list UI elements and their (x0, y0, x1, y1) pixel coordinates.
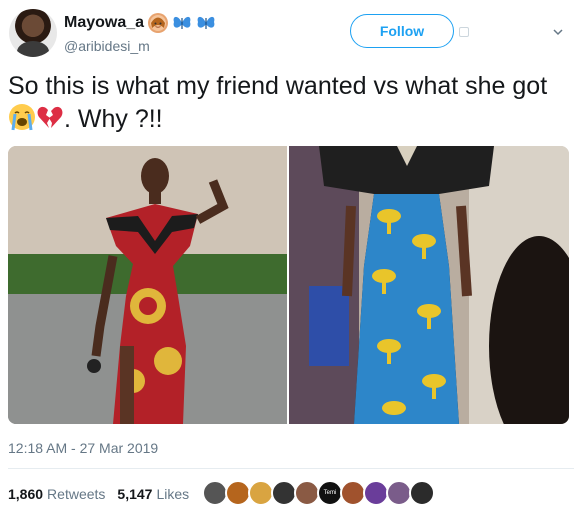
butterfly-icon (196, 13, 216, 33)
loudly-crying-face-icon (9, 104, 35, 131)
user-handle[interactable]: @aribidesi_m (64, 38, 150, 54)
likes-label[interactable]: Likes (156, 486, 189, 502)
follow-button[interactable]: Follow (350, 14, 454, 48)
woman-icon (148, 13, 169, 33)
name-row: Mayowa_a (64, 13, 216, 33)
likes-count[interactable]: 5,147 (117, 486, 152, 502)
liker-badge-text: Temi (323, 490, 337, 496)
liker-avatar[interactable] (409, 480, 435, 506)
tweet-text-part1: So this is what my friend wanted vs what… (8, 72, 548, 100)
avatar[interactable] (9, 9, 57, 57)
tweet-text-part2: . Why ?!! (64, 105, 163, 133)
broken-heart-icon (37, 106, 63, 128)
retweets-label[interactable]: Retweets (47, 486, 105, 502)
tweet-text: So this is what my friend wanted vs what… (8, 70, 574, 136)
media-grid (8, 146, 569, 424)
photo-got[interactable] (289, 146, 569, 424)
photo-wanted[interactable] (8, 146, 287, 424)
engagement-stats: 1,860 Retweets 5,147 Likes (8, 486, 197, 502)
options-icon (459, 27, 469, 37)
tweet-card: Mayowa_a @aribidesi_m Follow So this is … (0, 0, 582, 512)
liker-avatars: Temi (202, 480, 435, 506)
chevron-down-icon[interactable] (552, 26, 564, 38)
display-name[interactable]: Mayowa_a (64, 14, 144, 32)
divider (8, 468, 574, 469)
retweets-count[interactable]: 1,860 (8, 486, 43, 502)
butterfly-icon (172, 13, 192, 33)
timestamp[interactable]: 12:18 AM - 27 Mar 2019 (8, 440, 158, 456)
